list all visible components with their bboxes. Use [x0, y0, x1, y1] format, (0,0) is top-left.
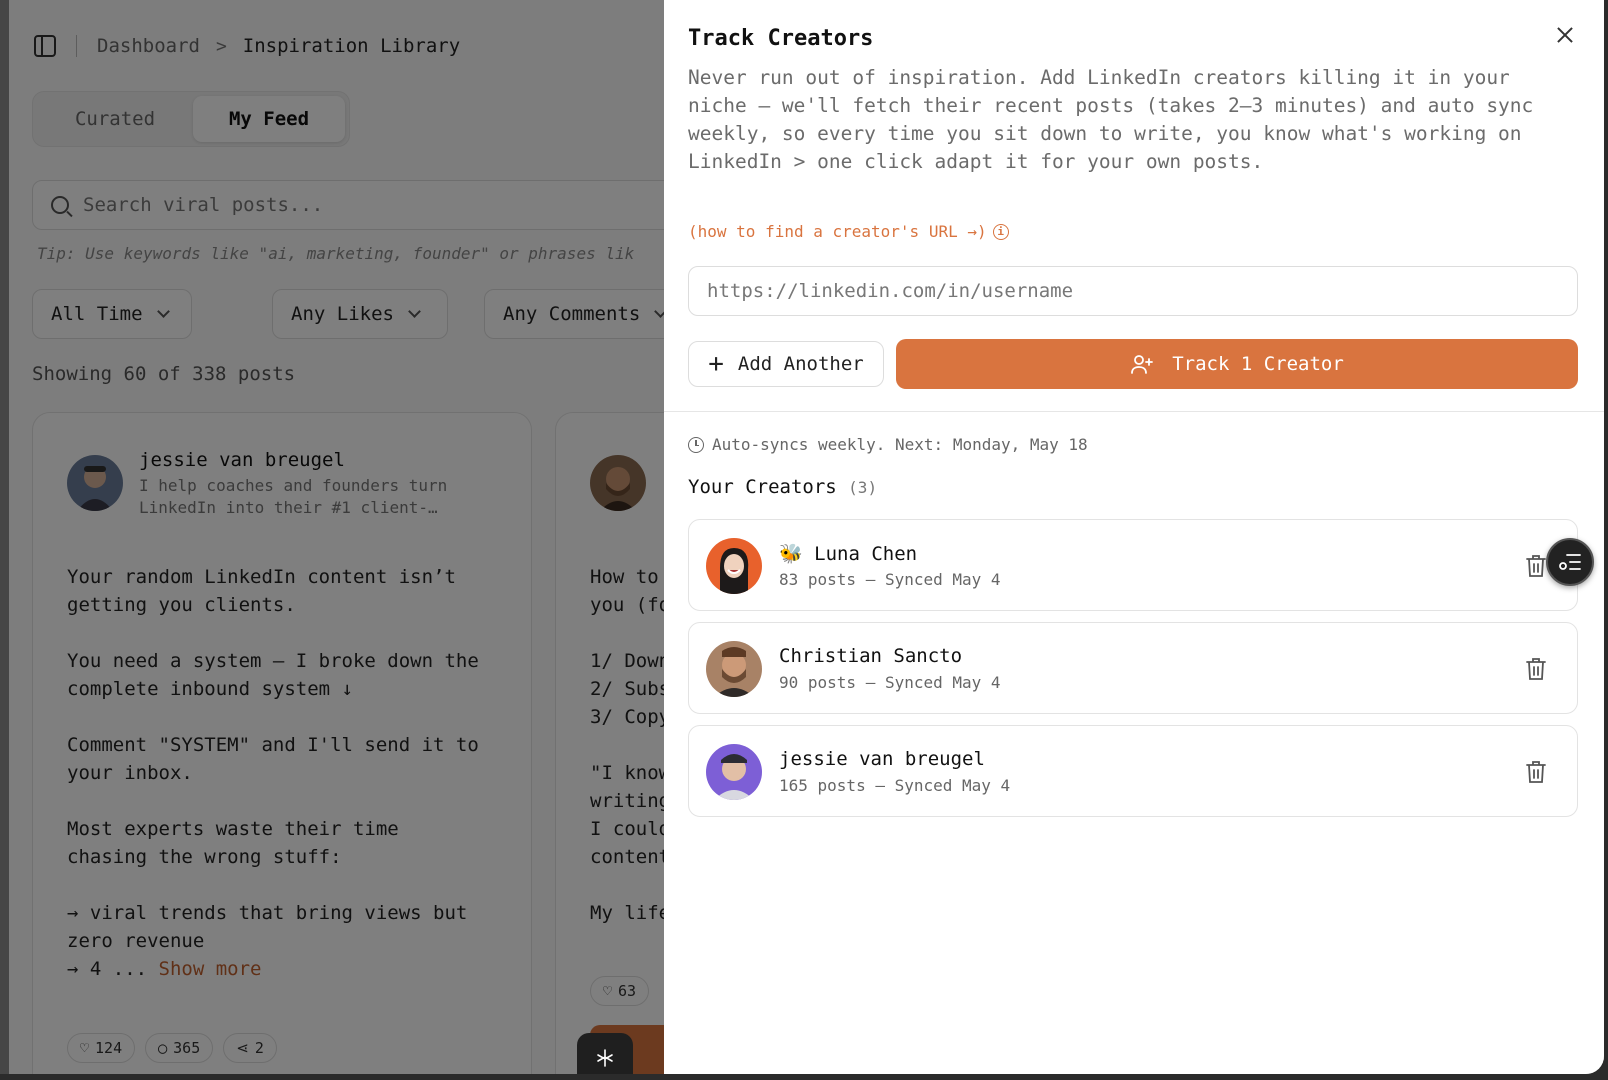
creator-name: 🐝 Luna Chen: [779, 542, 917, 565]
drawer-description: Never run out of inspiration. Add Linked…: [688, 66, 1534, 173]
toolbar-launcher[interactable]: [577, 1033, 633, 1074]
list-settings-icon: [1559, 554, 1581, 570]
creator-row[interactable]: 🐝 Luna Chen 83 posts — Synced May 4: [688, 519, 1578, 611]
window: Dashboard > Inspiration Library Curated …: [0, 0, 1604, 1074]
add-another-button[interactable]: + Add Another: [688, 341, 884, 387]
bee-emoji: 🐝: [779, 543, 803, 565]
your-creators-heading: Your Creators (3): [688, 476, 877, 498]
creator-name-text: Luna Chen: [814, 543, 918, 565]
divider: [664, 411, 1604, 412]
creator-row[interactable]: jessie van breugel 165 posts — Synced Ma…: [688, 725, 1578, 817]
avatar: [706, 744, 762, 800]
creator-name: jessie van breugel: [779, 748, 985, 770]
sync-status-text: Auto-syncs weekly. Next: Monday, May 18: [712, 435, 1088, 454]
avatar: [706, 538, 762, 594]
user-plus-icon: [1131, 355, 1154, 374]
plus-icon: +: [708, 349, 724, 379]
your-creators-label: Your Creators: [688, 476, 837, 498]
track-creators-drawer: Track Creators Never run out of inspirat…: [664, 0, 1604, 1074]
window-edge: [0, 0, 9, 1074]
help-link-label: (how to find a creator's URL →): [688, 222, 987, 241]
creator-row[interactable]: Christian Sancto 90 posts — Synced May 4: [688, 622, 1578, 714]
creator-count: (3): [848, 478, 878, 497]
add-another-label: Add Another: [737, 353, 864, 375]
drawer-title: Track Creators: [688, 26, 874, 51]
track-creator-button[interactable]: Track 1 Creator: [896, 339, 1578, 389]
creator-meta: 165 posts — Synced May 4: [779, 776, 1011, 795]
trash-icon[interactable]: [1525, 760, 1547, 784]
clock-icon: [688, 436, 704, 453]
creator-url-help-link[interactable]: (how to find a creator's URL →) i: [688, 222, 1009, 241]
creator-url-input[interactable]: [688, 266, 1578, 316]
track-button-label: Track 1 Creator: [1172, 353, 1344, 375]
creator-meta: 90 posts — Synced May 4: [779, 673, 1001, 692]
creator-meta: 83 posts — Synced May 4: [779, 570, 1001, 589]
info-icon: i: [992, 223, 1009, 240]
sync-status: Auto-syncs weekly. Next: Monday, May 18: [688, 435, 1088, 454]
sparkle-icon: [597, 1049, 613, 1067]
close-icon[interactable]: [1552, 22, 1578, 48]
creator-name: Christian Sancto: [779, 645, 963, 667]
avatar: [706, 641, 762, 697]
trash-icon[interactable]: [1525, 554, 1547, 578]
floating-action-button[interactable]: [1546, 538, 1594, 586]
trash-icon[interactable]: [1525, 657, 1547, 681]
